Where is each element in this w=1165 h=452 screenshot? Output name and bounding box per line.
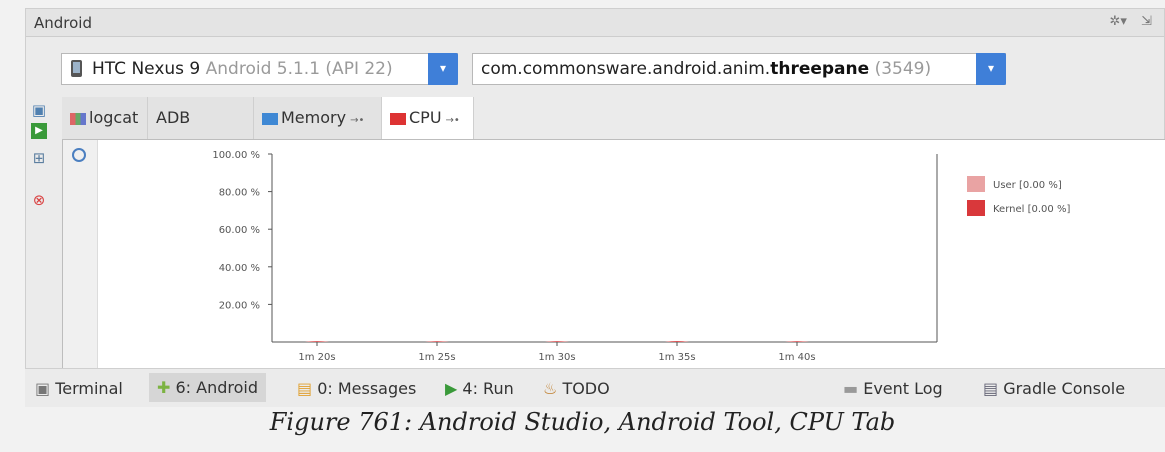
device-select[interactable]: HTC Nexus 9 Android 5.1.1 (API 22) ▾	[61, 53, 458, 85]
todo-icon: ♨	[543, 379, 563, 398]
tab-label: CPU	[409, 108, 442, 127]
tab-cpu[interactable]: CPU →•	[382, 97, 474, 139]
tool-window-title: Android	[34, 14, 92, 32]
process-pid: (3549)	[874, 59, 932, 79]
gradle-console-button[interactable]: ▤ Gradle Console	[983, 379, 1125, 398]
titlebar-icons: ✲▾ ⇲	[1100, 14, 1152, 29]
hide-panel-icon[interactable]: ⇲	[1141, 14, 1152, 29]
todo-label: TODO	[562, 379, 610, 398]
legend-swatch	[967, 176, 985, 192]
todo-button[interactable]: ♨ TODO	[543, 379, 610, 398]
device-name: HTC Nexus 9	[92, 59, 201, 79]
x-tick-label: 1m 25s	[418, 352, 455, 363]
tab-memory[interactable]: Memory →•	[254, 97, 382, 139]
event-log-icon: ▬	[843, 379, 864, 398]
y-tick-label: 20.00 %	[219, 300, 260, 311]
android-icon: ✚	[157, 378, 176, 397]
monitor-sidebar	[63, 140, 98, 374]
cpu-monitor-panel: 100.00 % 80.00 % 60.00 % 40.00 % 20.00 % 1m 2…	[62, 140, 1165, 374]
process-prefix: com.commonsware.android.anim.	[481, 59, 771, 79]
cpu-point-kernel	[785, 341, 809, 342]
y-tick-label: 60.00 %	[219, 225, 260, 236]
cpu-point-kernel	[425, 341, 449, 342]
messages-icon: ▤	[297, 379, 318, 398]
figure-caption: Figure 761: Android Studio, Android Tool…	[269, 408, 896, 436]
cpu-point-kernel	[545, 341, 569, 342]
gradle-console-label: Gradle Console	[1003, 379, 1126, 398]
cpu-chart: 100.00 % 80.00 % 60.00 % 40.00 % 20.00 % 1m 2…	[212, 150, 1070, 363]
tool-window-titlebar: Android ✲▾ ⇲	[26, 9, 1164, 37]
x-tick-label: 1m 20s	[298, 352, 335, 363]
device-icon	[71, 60, 82, 77]
memory-icon	[262, 112, 278, 125]
bottom-toolbar: ▣ Terminal ✚ 6: Android ▤ 0: Messages ▶ …	[25, 368, 1165, 407]
run-icon: ▶	[445, 379, 463, 398]
event-log-button[interactable]: ▬ Event Log	[843, 379, 943, 398]
system-info-icon[interactable]: ⊞	[28, 147, 50, 169]
run-button[interactable]: ▶ 4: Run	[445, 379, 514, 398]
terminal-button[interactable]: ▣ Terminal	[35, 379, 123, 398]
selector-row: HTC Nexus 9 Android 5.1.1 (API 22) ▾ com…	[26, 37, 1164, 89]
tab-label: Memory	[281, 108, 347, 127]
device-dropdown-icon[interactable]: ▾	[428, 53, 458, 85]
x-tick-label: 1m 35s	[658, 352, 695, 363]
pin-icon[interactable]: →•	[446, 115, 460, 126]
process-dropdown-icon[interactable]: ▾	[976, 53, 1006, 85]
left-toolbar: ▣ ▶ ⊞ ⊗	[26, 99, 54, 389]
cpu-point-kernel	[305, 341, 329, 342]
y-tick-label: 40.00 %	[219, 263, 260, 274]
logcat-icon	[70, 112, 86, 125]
timer-icon[interactable]	[72, 148, 86, 162]
tab-label: logcat	[89, 108, 139, 127]
record-icon[interactable]: ▶	[31, 123, 47, 139]
y-tick-label: 80.00 %	[219, 188, 260, 199]
legend-swatch	[967, 200, 985, 216]
pin-icon[interactable]: →•	[350, 115, 364, 126]
legend-label: Kernel [0.00 %]	[993, 204, 1070, 215]
android-button[interactable]: ✚ 6: Android	[149, 373, 267, 402]
gradle-console-icon: ▤	[983, 379, 1004, 398]
android-label: 6: Android	[175, 378, 259, 397]
messages-label: 0: Messages	[317, 379, 417, 398]
terminal-icon: ▣	[35, 379, 56, 398]
x-tick-label: 1m 30s	[538, 352, 575, 363]
run-label: 4: Run	[462, 379, 514, 398]
legend-label: User [0.00 %]	[993, 180, 1062, 191]
gear-icon[interactable]: ✲▾	[1110, 14, 1127, 29]
screen-capture-icon[interactable]: ▣	[28, 99, 50, 121]
event-log-label: Event Log	[863, 379, 943, 398]
terminate-icon[interactable]: ⊗	[28, 189, 50, 211]
terminal-label: Terminal	[55, 379, 123, 398]
messages-button[interactable]: ▤ 0: Messages	[297, 379, 416, 398]
cpu-icon	[390, 112, 406, 125]
device-detail: Android 5.1.1 (API 22)	[205, 59, 393, 79]
android-tool-window: Android ✲▾ ⇲ HTC Nexus 9 Android 5.1.1 (…	[25, 8, 1165, 406]
cpu-point-kernel	[665, 341, 689, 342]
tab-adb-logs[interactable]: ADB logs→•	[148, 97, 254, 169]
process-name: threepane	[770, 59, 870, 79]
y-tick-label: 100.00 %	[212, 150, 260, 161]
x-tick-label: 1m 40s	[778, 352, 815, 363]
tab-logcat[interactable]: logcat	[62, 97, 148, 139]
process-select[interactable]: com.commonsware.android.anim.threepane (…	[472, 53, 1006, 85]
tab-strip: logcat ADB logs→• Memory→• CPU→•	[62, 97, 1165, 169]
